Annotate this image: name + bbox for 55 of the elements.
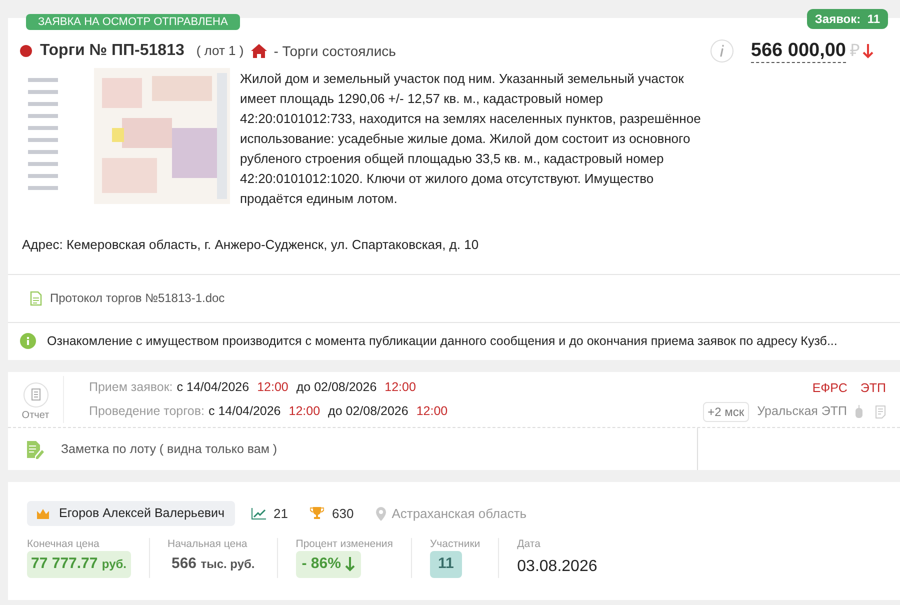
price-change: - 86% — [296, 551, 361, 578]
lot-price: 566 000,00 — [750, 40, 846, 62]
rating-value: 21 — [274, 504, 288, 523]
end-time: 12:00 — [416, 402, 448, 420]
stat-label: Начальная цена — [168, 538, 248, 551]
timezone-badge: +2 мск — [702, 402, 750, 422]
registry-link[interactable]: ЕФРС — [812, 379, 848, 398]
start-time: 12:00 — [288, 402, 320, 420]
crown-icon — [37, 508, 49, 518]
start-time: 12:00 — [257, 379, 288, 396]
winner-region: Астраханская область — [392, 504, 527, 523]
auction-title[interactable]: Торги № ПП-51813 — [40, 39, 184, 63]
report-icon[interactable] — [22, 382, 48, 408]
final-price: 77 777.77 руб. — [27, 551, 130, 578]
schedule-label: Проведение торгов: — [89, 402, 204, 420]
end-date: до 02/08/2026 — [328, 402, 408, 420]
lot-address: Адрес: Кемеровская область, г. Анжеро-Судженск, ул. Спартаковская, д. 10 — [21, 236, 480, 254]
protocol-link[interactable]: Протокол торгов №51813-1.doc — [50, 289, 225, 307]
start-date: с 14/04/2026 — [208, 402, 281, 420]
stat-label: Дата — [517, 538, 540, 551]
winner-name: Егоров Алексей Валерьевич — [59, 505, 225, 522]
stat-label: Участники — [430, 538, 480, 551]
trend-chart-icon — [250, 508, 266, 520]
info-icon — [20, 333, 36, 350]
lot-note[interactable]: Заметка по лоту ( видна только вам ) — [61, 440, 278, 458]
document-icon — [875, 404, 886, 419]
end-date: до 02/08/2026 — [296, 379, 377, 396]
registry-link[interactable]: ЭТП — [860, 379, 886, 398]
location-pin-icon — [376, 506, 386, 520]
mouse-icon — [855, 405, 863, 418]
auction-date: 03.08.2026 — [517, 557, 598, 577]
report-label: Отчет — [22, 409, 50, 423]
platform-name: Уральская ЭТП — [757, 403, 847, 420]
end-time: 12:00 — [384, 379, 416, 396]
status-dot-icon — [20, 45, 32, 57]
participant-count: 11 — [430, 551, 462, 578]
lot-description: Жилой дом и земельный участок под ним. Указанный земельный участок имеет площадь 1290,06 +/- 12,57 кв. м., кадастровый номер 42:20:0101012:733, находится на землях населенных пунктов, разрешённое использование: усадебные жилые дома. Жилой дом состоит из основного рубленого строения общей площадью 33,5 кв. м., кадастровый номер 42:20:0101012:1020. Ключи от жилого дома отсутствуют. Имущество продаётся единым лотом. — [240, 70, 702, 208]
start-price: 566 тыс. руб. — [170, 554, 256, 574]
currency-sign: ₽ — [850, 40, 860, 62]
inspection-badge: ЗАЯВКА НА ОСМОТР ОТПРАВЛЕНА — [26, 14, 240, 30]
inspection-notice: Ознакомление с имуществом производится с момента публикации данного сообщения и до окончания приема заявок по адресу Кузб... — [47, 332, 838, 350]
lot-number: ( лот 1 ) — [196, 42, 244, 60]
applications-badge: Заявок: 11 — [806, 9, 888, 29]
trophy-icon — [310, 507, 324, 520]
trophy-count: 630 — [332, 504, 354, 523]
schedule-label: Прием заявок: — [89, 379, 173, 396]
down-arrow-icon — [344, 556, 355, 572]
stat-label: Конечная цена — [27, 538, 100, 551]
auction-status: - Торги состоялись — [274, 42, 396, 61]
document-icon — [30, 290, 42, 306]
info-icon[interactable] — [708, 38, 735, 64]
start-date: с 14/04/2026 — [176, 379, 250, 396]
house-icon — [250, 43, 268, 59]
note-icon[interactable] — [26, 440, 44, 458]
stat-label: Процент изменения — [296, 538, 393, 551]
